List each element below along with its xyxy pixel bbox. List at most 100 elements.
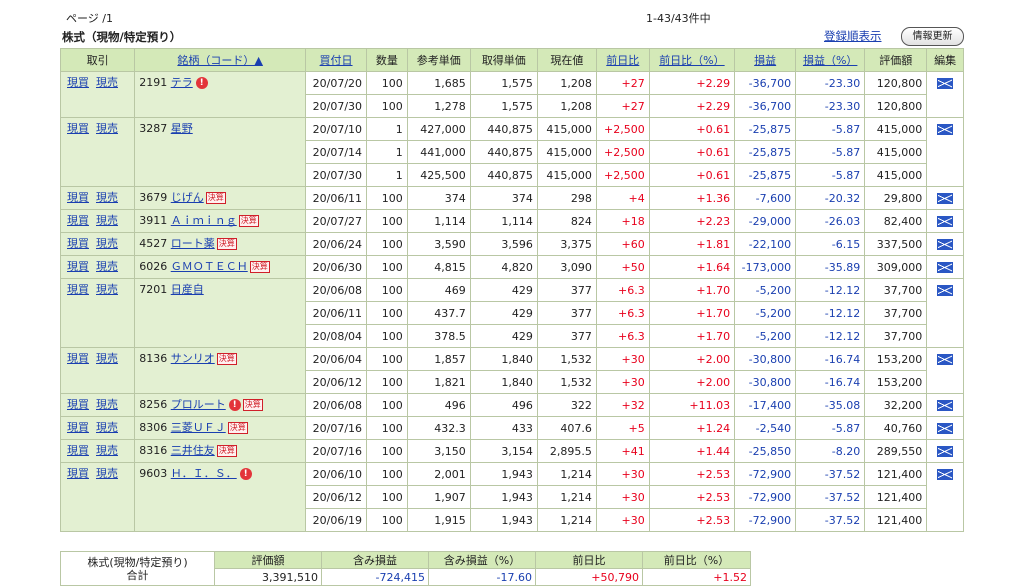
quantity: 100	[366, 347, 408, 371]
earnings-badge[interactable]: 決算	[216, 238, 237, 250]
column-header: 編集	[926, 48, 964, 72]
sell-link[interactable]: 現売	[96, 260, 118, 273]
acquisition-price: 374	[469, 186, 538, 210]
table-row: 現買 現売 9603 Ｈ．Ｉ．Ｓ．! 20/06/10 100 2,001 1,943 1,2…	[59, 462, 964, 532]
buy-date: 20/06/10	[305, 462, 368, 486]
mail-edit-icon[interactable]	[937, 77, 954, 89]
buy-link[interactable]: 現買	[67, 283, 89, 296]
acquisition-price: 1,943	[469, 462, 538, 486]
current-price: 377	[536, 278, 597, 302]
mail-edit-icon[interactable]	[937, 215, 954, 227]
buy-link[interactable]: 現買	[67, 191, 89, 204]
buy-link[interactable]: 現買	[67, 444, 89, 457]
stock-name-cell: 8306 三菱ＵＦＪ 決算	[134, 416, 307, 440]
stock-name-link[interactable]: サンリオ	[171, 352, 215, 365]
mail-edit-icon[interactable]	[937, 284, 954, 296]
buy-link[interactable]: 現買	[67, 421, 89, 434]
sell-link[interactable]: 現売	[96, 122, 118, 135]
stock-name-link[interactable]: プロルート	[171, 398, 226, 411]
registration-order-link[interactable]: 登録順表示	[824, 28, 882, 44]
stock-name-link[interactable]: 星野	[171, 122, 193, 135]
mail-edit-icon[interactable]	[937, 238, 954, 250]
edit-cell	[926, 278, 964, 348]
sell-link[interactable]: 現売	[96, 214, 118, 227]
warning-icon[interactable]: !	[195, 77, 208, 89]
sell-link[interactable]: 現売	[96, 352, 118, 365]
earnings-badge[interactable]: 決算	[227, 422, 248, 434]
column-header[interactable]: 前日比（%）	[648, 48, 736, 72]
profit-loss: -72,900	[734, 462, 797, 486]
quantity: 100	[366, 324, 408, 348]
mail-edit-icon[interactable]	[937, 445, 954, 457]
stock-name-link[interactable]: 日産自	[171, 283, 204, 296]
current-price: 377	[536, 324, 597, 348]
earnings-badge[interactable]: 決算	[205, 192, 226, 204]
column-header[interactable]: 買付日	[305, 48, 368, 72]
mail-edit-icon[interactable]	[937, 399, 954, 411]
warning-icon[interactable]: !	[228, 399, 241, 411]
stock-name-link[interactable]: Ａｉｍｉｎｇ	[171, 214, 237, 227]
day-change-pct: +0.61	[648, 163, 736, 187]
buy-link[interactable]: 現買	[67, 467, 89, 480]
reference-price: 1,685	[406, 71, 471, 95]
refresh-button[interactable]: 情報更新	[901, 27, 964, 46]
sell-link[interactable]: 現売	[96, 444, 118, 457]
buy-link[interactable]: 現買	[67, 352, 89, 365]
reference-price: 1,857	[406, 347, 471, 371]
earnings-badge[interactable]: 決算	[238, 215, 259, 227]
earnings-badge[interactable]: 決算	[249, 261, 270, 273]
mail-edit-icon[interactable]	[937, 422, 954, 434]
day-change-pct: +11.03	[648, 393, 736, 417]
mail-edit-icon[interactable]	[937, 353, 954, 365]
stock-code: 3287	[139, 122, 168, 135]
buy-link[interactable]: 現買	[67, 122, 89, 135]
sell-link[interactable]: 現売	[96, 421, 118, 434]
reference-price: 427,000	[406, 117, 471, 141]
stock-name-link[interactable]: ロート薬	[171, 237, 215, 250]
mail-edit-icon[interactable]	[937, 261, 954, 273]
stock-name-link[interactable]: 三井住友	[171, 444, 215, 457]
mail-edit-icon[interactable]	[937, 468, 954, 480]
current-price: 407.6	[536, 416, 597, 440]
sell-link[interactable]: 現売	[96, 191, 118, 204]
column-header[interactable]: 損益	[734, 48, 797, 72]
summary-day-change: +50,790	[535, 568, 643, 586]
valuation: 289,550	[864, 439, 928, 463]
valuation: 415,000	[864, 117, 928, 141]
earnings-badge[interactable]: 決算	[216, 353, 237, 365]
mail-edit-icon[interactable]	[937, 123, 954, 135]
day-change-pct: +2.29	[648, 71, 736, 95]
column-header[interactable]: 前日比	[595, 48, 650, 72]
buy-link[interactable]: 現買	[67, 76, 89, 89]
stock-name-link[interactable]: じげん	[171, 191, 204, 204]
column-header[interactable]: 銘柄（コード）▲	[134, 48, 307, 72]
summary-day-change-pct: +1.52	[642, 568, 751, 586]
buy-link[interactable]: 現買	[67, 260, 89, 273]
sell-link[interactable]: 現売	[96, 237, 118, 250]
earnings-badge[interactable]: 決算	[216, 445, 237, 457]
buy-date: 20/06/04	[305, 347, 368, 371]
quantity: 100	[366, 186, 408, 210]
sell-link[interactable]: 現売	[96, 398, 118, 411]
profit-loss-pct: -5.87	[795, 416, 866, 440]
warning-icon[interactable]: !	[239, 468, 252, 480]
acquisition-price: 1,575	[469, 71, 538, 95]
buy-link[interactable]: 現買	[67, 214, 89, 227]
current-price: 1,208	[536, 94, 597, 118]
earnings-badge[interactable]: 決算	[242, 399, 263, 411]
stock-name-link[interactable]: 三菱ＵＦＪ	[171, 421, 226, 434]
mail-edit-icon[interactable]	[937, 192, 954, 204]
stock-name-link[interactable]: Ｈ．Ｉ．Ｓ．	[171, 467, 237, 480]
column-header[interactable]: 損益（%）	[795, 48, 866, 72]
buy-link[interactable]: 現買	[67, 237, 89, 250]
acquisition-price: 496	[469, 393, 538, 417]
stock-name-cell: 4527 ロート薬 決算	[134, 232, 307, 256]
stock-name-link[interactable]: テラ	[171, 76, 193, 89]
stock-name-link[interactable]: ＧＭＯＴＥＣＨ	[171, 260, 248, 273]
table-row: 現買 現売 3911 Ａｉｍｉｎｇ 決算 20/07/27 100 1,114 1,114 82…	[59, 209, 964, 233]
sell-link[interactable]: 現売	[96, 283, 118, 296]
buy-link[interactable]: 現買	[67, 398, 89, 411]
sell-link[interactable]: 現売	[96, 467, 118, 480]
sell-link[interactable]: 現売	[96, 76, 118, 89]
current-price: 1,214	[536, 485, 597, 509]
